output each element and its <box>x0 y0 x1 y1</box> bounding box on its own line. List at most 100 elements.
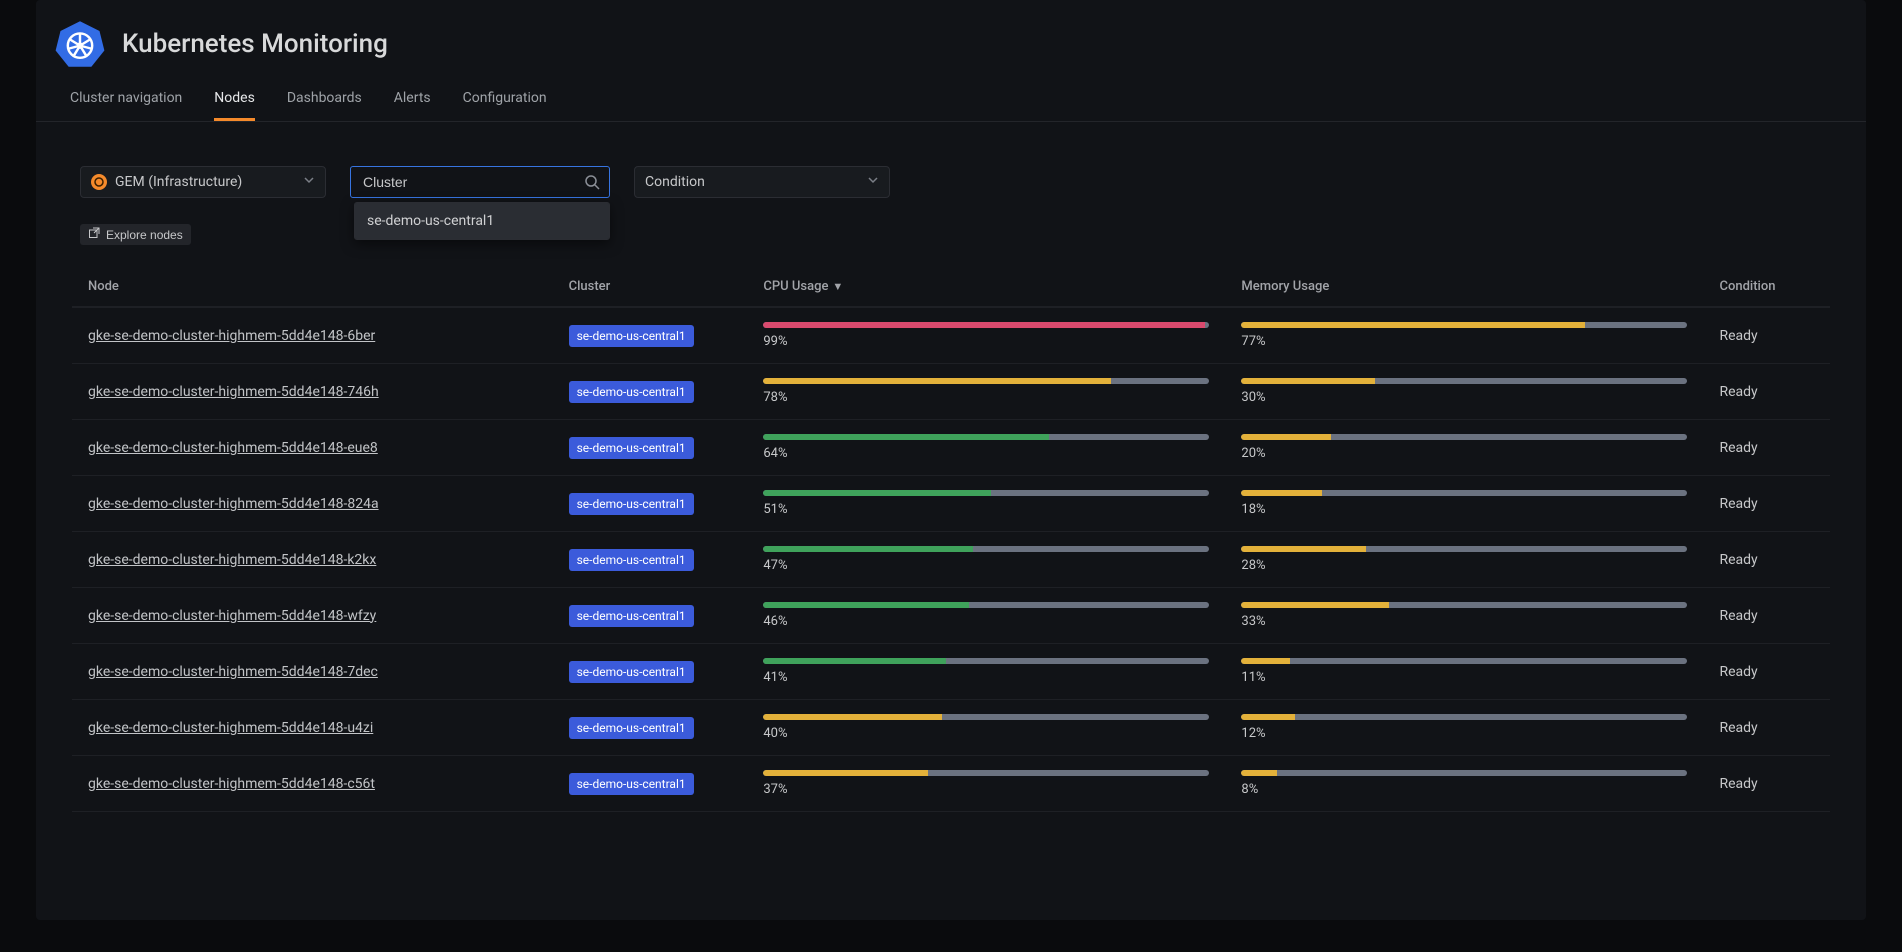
cpu-usage-bar <box>763 546 1209 552</box>
cpu-usage-value: 41% <box>763 670 1209 685</box>
tab-cluster-navigation[interactable]: Cluster navigation <box>70 80 182 121</box>
table-row: gke-se-demo-cluster-highmem-5dd4e148-wfz… <box>72 588 1830 644</box>
cpu-usage-bar <box>763 490 1209 496</box>
tab-configuration[interactable]: Configuration <box>463 80 547 121</box>
cpu-usage-bar <box>763 322 1209 328</box>
kubernetes-logo-icon <box>54 18 106 70</box>
memory-usage-bar <box>1241 714 1687 720</box>
tab-nodes[interactable]: Nodes <box>214 80 255 121</box>
cluster-search-input[interactable] <box>350 166 610 198</box>
cluster-badge[interactable]: se-demo-us-central1 <box>569 773 694 795</box>
memory-usage-bar <box>1241 658 1687 664</box>
condition-value: Ready <box>1703 307 1830 364</box>
table-row: gke-se-demo-cluster-highmem-5dd4e148-k2k… <box>72 532 1830 588</box>
condition-value: Ready <box>1703 364 1830 420</box>
node-link[interactable]: gke-se-demo-cluster-highmem-5dd4e148-k2k… <box>88 552 376 568</box>
table-row: gke-se-demo-cluster-highmem-5dd4e148-7de… <box>72 644 1830 700</box>
memory-usage-value: 12% <box>1241 726 1687 741</box>
memory-usage-value: 18% <box>1241 502 1687 517</box>
condition-value: Ready <box>1703 588 1830 644</box>
tab-bar: Cluster navigation Nodes Dashboards Aler… <box>36 80 1866 122</box>
memory-usage-bar <box>1241 378 1687 384</box>
cpu-usage-value: 46% <box>763 614 1209 629</box>
cpu-usage-bar <box>763 770 1209 776</box>
datasource-icon <box>91 174 107 190</box>
memory-usage-bar <box>1241 434 1687 440</box>
memory-usage-bar <box>1241 322 1687 328</box>
search-icon <box>584 174 600 194</box>
node-link[interactable]: gke-se-demo-cluster-highmem-5dd4e148-824… <box>88 496 379 512</box>
cluster-badge[interactable]: se-demo-us-central1 <box>569 437 694 459</box>
cluster-badge[interactable]: se-demo-us-central1 <box>569 717 694 739</box>
external-link-icon <box>88 227 100 242</box>
node-link[interactable]: gke-se-demo-cluster-highmem-5dd4e148-u4z… <box>88 720 373 736</box>
memory-usage-bar <box>1241 490 1687 496</box>
table-row: gke-se-demo-cluster-highmem-5dd4e148-824… <box>72 476 1830 532</box>
memory-usage-value: 8% <box>1241 782 1687 797</box>
explore-nodes-button[interactable]: Explore nodes <box>80 224 191 245</box>
condition-value: Ready <box>1703 532 1830 588</box>
cluster-badge[interactable]: se-demo-us-central1 <box>569 381 694 403</box>
table-row: gke-se-demo-cluster-highmem-5dd4e148-6be… <box>72 307 1830 364</box>
cpu-usage-bar <box>763 658 1209 664</box>
column-header-condition[interactable]: Condition <box>1703 267 1830 307</box>
column-header-cpu[interactable]: CPU Usage▼ <box>747 267 1225 307</box>
cluster-badge[interactable]: se-demo-us-central1 <box>569 605 694 627</box>
memory-usage-value: 11% <box>1241 670 1687 685</box>
cluster-badge[interactable]: se-demo-us-central1 <box>569 493 694 515</box>
table-row: gke-se-demo-cluster-highmem-5dd4e148-746… <box>72 364 1830 420</box>
condition-value: Ready <box>1703 700 1830 756</box>
column-header-node[interactable]: Node <box>72 267 553 307</box>
explore-nodes-label: Explore nodes <box>106 228 183 242</box>
table-row: gke-se-demo-cluster-highmem-5dd4e148-eue… <box>72 420 1830 476</box>
node-link[interactable]: gke-se-demo-cluster-highmem-5dd4e148-wfz… <box>88 608 376 624</box>
table-row: gke-se-demo-cluster-highmem-5dd4e148-u4z… <box>72 700 1830 756</box>
condition-select[interactable]: Condition <box>634 166 890 198</box>
chevron-down-icon <box>867 174 879 190</box>
memory-usage-value: 33% <box>1241 614 1687 629</box>
datasource-label: GEM (Infrastructure) <box>115 174 242 190</box>
condition-label: Condition <box>645 174 705 190</box>
cpu-usage-value: 37% <box>763 782 1209 797</box>
sort-desc-icon: ▼ <box>832 280 843 293</box>
node-link[interactable]: gke-se-demo-cluster-highmem-5dd4e148-eue… <box>88 440 378 456</box>
memory-usage-bar <box>1241 770 1687 776</box>
node-link[interactable]: gke-se-demo-cluster-highmem-5dd4e148-c56… <box>88 776 375 792</box>
cpu-usage-value: 47% <box>763 558 1209 573</box>
cpu-usage-bar <box>763 378 1209 384</box>
node-link[interactable]: gke-se-demo-cluster-highmem-5dd4e148-746… <box>88 384 379 400</box>
memory-usage-value: 28% <box>1241 558 1687 573</box>
cluster-badge[interactable]: se-demo-us-central1 <box>569 661 694 683</box>
cpu-usage-value: 40% <box>763 726 1209 741</box>
node-link[interactable]: gke-se-demo-cluster-highmem-5dd4e148-7de… <box>88 664 378 680</box>
cluster-badge[interactable]: se-demo-us-central1 <box>569 325 694 347</box>
cluster-badge[interactable]: se-demo-us-central1 <box>569 549 694 571</box>
chevron-down-icon <box>303 174 315 190</box>
column-header-memory[interactable]: Memory Usage <box>1225 267 1703 307</box>
tab-alerts[interactable]: Alerts <box>394 80 431 121</box>
cpu-usage-bar <box>763 434 1209 440</box>
condition-value: Ready <box>1703 420 1830 476</box>
column-header-cluster[interactable]: Cluster <box>553 267 748 307</box>
node-link[interactable]: gke-se-demo-cluster-highmem-5dd4e148-6be… <box>88 328 375 344</box>
memory-usage-bar <box>1241 602 1687 608</box>
condition-value: Ready <box>1703 476 1830 532</box>
memory-usage-value: 30% <box>1241 390 1687 405</box>
memory-usage-value: 20% <box>1241 446 1687 461</box>
cluster-dropdown: se-demo-us-central1 <box>354 202 610 240</box>
nodes-table: Node Cluster CPU Usage▼ Memory Usage Con… <box>72 267 1830 812</box>
cpu-usage-bar <box>763 714 1209 720</box>
cpu-usage-value: 64% <box>763 446 1209 461</box>
cpu-usage-value: 51% <box>763 502 1209 517</box>
table-row: gke-se-demo-cluster-highmem-5dd4e148-c56… <box>72 756 1830 812</box>
page-title: Kubernetes Monitoring <box>122 29 388 59</box>
tab-dashboards[interactable]: Dashboards <box>287 80 362 121</box>
cluster-dropdown-option[interactable]: se-demo-us-central1 <box>355 203 609 239</box>
condition-value: Ready <box>1703 756 1830 812</box>
datasource-select[interactable]: GEM (Infrastructure) <box>80 166 326 198</box>
cpu-usage-value: 78% <box>763 390 1209 405</box>
memory-usage-bar <box>1241 546 1687 552</box>
cpu-usage-bar <box>763 602 1209 608</box>
condition-value: Ready <box>1703 644 1830 700</box>
memory-usage-value: 77% <box>1241 334 1687 349</box>
